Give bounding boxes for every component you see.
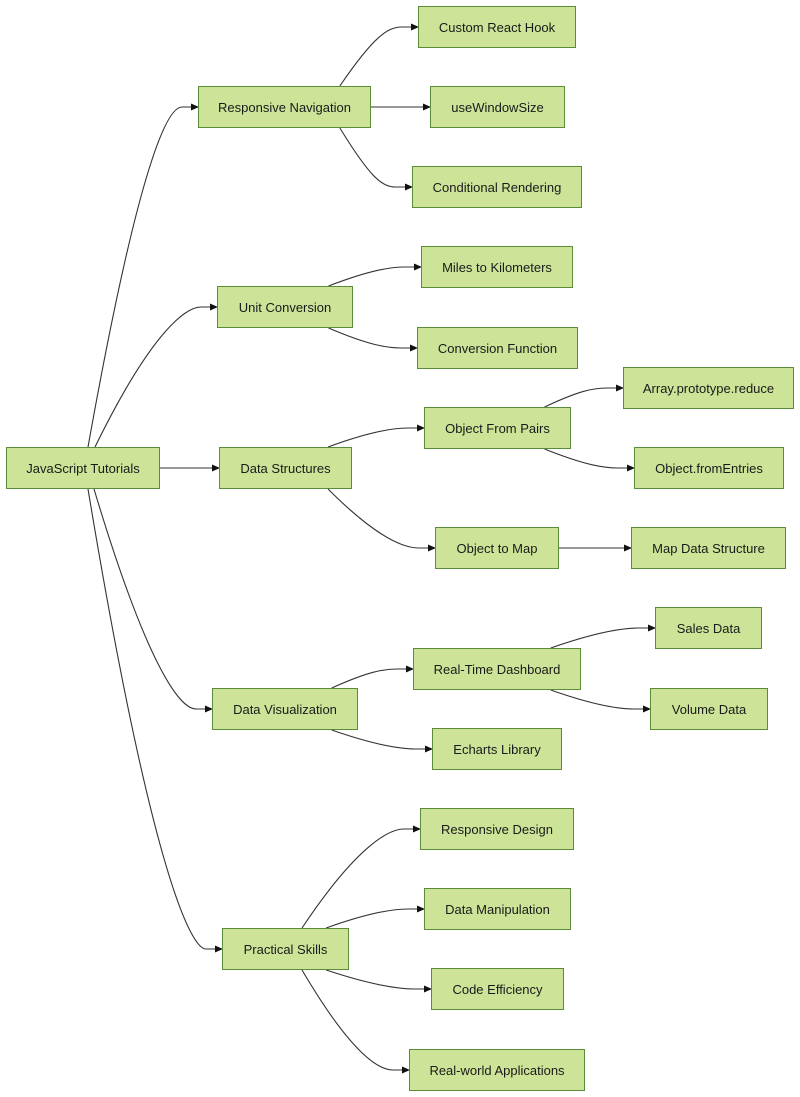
node-real-world-applications[interactable]: Real-world Applications [409, 1049, 585, 1091]
node-object-to-map[interactable]: Object to Map [435, 527, 559, 569]
node-object-from-pairs[interactable]: Object From Pairs [424, 407, 571, 449]
node-data-visualization[interactable]: Data Visualization [212, 688, 358, 730]
edge-ds-to-otm [327, 488, 436, 552]
edge-ps-to-rd [301, 825, 421, 929]
edge-unit-to-miles [328, 263, 422, 287]
node-real-time-dashboard[interactable]: Real-Time Dashboard [413, 648, 581, 690]
edge-root-to-dv [93, 488, 213, 713]
edge-dv-to-rtd [331, 665, 414, 689]
node-label: Real-Time Dashboard [433, 661, 561, 677]
edge-root-to-unit [94, 303, 218, 448]
node-label: Data Manipulation [445, 901, 550, 917]
node-usewindowsize[interactable]: useWindowSize [430, 86, 565, 128]
node-responsive-navigation[interactable]: Responsive Navigation [198, 86, 371, 128]
node-label: Custom React Hook [438, 19, 556, 35]
edge-ofp-to-reduce [544, 384, 624, 408]
node-unit-conversion[interactable]: Unit Conversion [217, 286, 353, 328]
node-conditional-rendering[interactable]: Conditional Rendering [412, 166, 582, 208]
node-volume-data[interactable]: Volume Data [650, 688, 768, 730]
edge-rtd-to-sales [550, 624, 656, 649]
edge-ps-to-dm [325, 905, 425, 929]
node-label: Object From Pairs [445, 420, 550, 436]
node-map-data-structure[interactable]: Map Data Structure [631, 527, 786, 569]
edge-dv-to-echarts [331, 729, 433, 753]
node-conversion-function[interactable]: Conversion Function [417, 327, 578, 369]
node-custom-react-hook[interactable]: Custom React Hook [418, 6, 576, 48]
edge-nav-to-cond [339, 127, 413, 191]
node-code-efficiency[interactable]: Code Efficiency [431, 968, 564, 1010]
node-object-fromentries[interactable]: Object.fromEntries [634, 447, 784, 489]
edge-ds-to-ofp [327, 424, 425, 448]
edge-nav-to-hook [339, 23, 419, 87]
edge-ps-to-rwa [301, 969, 410, 1074]
node-data-manipulation[interactable]: Data Manipulation [424, 888, 571, 930]
node-label: Conditional Rendering [432, 179, 562, 195]
node-label: Miles to Kilometers [442, 259, 552, 275]
node-echarts-library[interactable]: Echarts Library [432, 728, 562, 770]
node-array-prototype-reduce[interactable]: Array.prototype.reduce [623, 367, 794, 409]
node-data-structures[interactable]: Data Structures [219, 447, 352, 489]
node-label: Map Data Structure [652, 540, 765, 556]
node-label: Code Efficiency [452, 981, 543, 997]
node-label: Conversion Function [437, 340, 558, 356]
node-miles-to-kilometers[interactable]: Miles to Kilometers [421, 246, 573, 288]
node-label: Data Visualization [233, 701, 337, 717]
node-label: Sales Data [676, 620, 741, 636]
node-practical-skills[interactable]: Practical Skills [222, 928, 349, 970]
node-label: Object.fromEntries [655, 460, 763, 476]
node-label: Volume Data [671, 701, 747, 717]
edge-rtd-to-volume [550, 689, 651, 713]
mindmap-canvas: JavaScript Tutorials Responsive Navigati… [0, 0, 800, 1097]
node-label: Array.prototype.reduce [642, 380, 775, 396]
node-sales-data[interactable]: Sales Data [655, 607, 762, 649]
node-label: Data Structures [240, 460, 331, 476]
node-label: useWindowSize [451, 99, 544, 115]
edge-unit-to-convfn [328, 327, 418, 352]
node-label: Echarts Library [453, 741, 541, 757]
edge-ps-to-ce [325, 969, 432, 993]
node-label: Practical Skills [243, 941, 328, 957]
node-label: JavaScript Tutorials [26, 460, 140, 476]
node-javascript-tutorials[interactable]: JavaScript Tutorials [6, 447, 160, 489]
edge-root-to-nav [87, 103, 199, 448]
edge-root-to-ps [87, 488, 223, 953]
node-label: Responsive Design [440, 821, 553, 837]
node-label: Responsive Navigation [218, 99, 351, 115]
node-label: Unit Conversion [238, 299, 332, 315]
node-responsive-design[interactable]: Responsive Design [420, 808, 574, 850]
node-label: Real-world Applications [429, 1062, 565, 1078]
node-label: Object to Map [456, 540, 538, 556]
edge-ofp-to-fromentries [544, 448, 635, 472]
